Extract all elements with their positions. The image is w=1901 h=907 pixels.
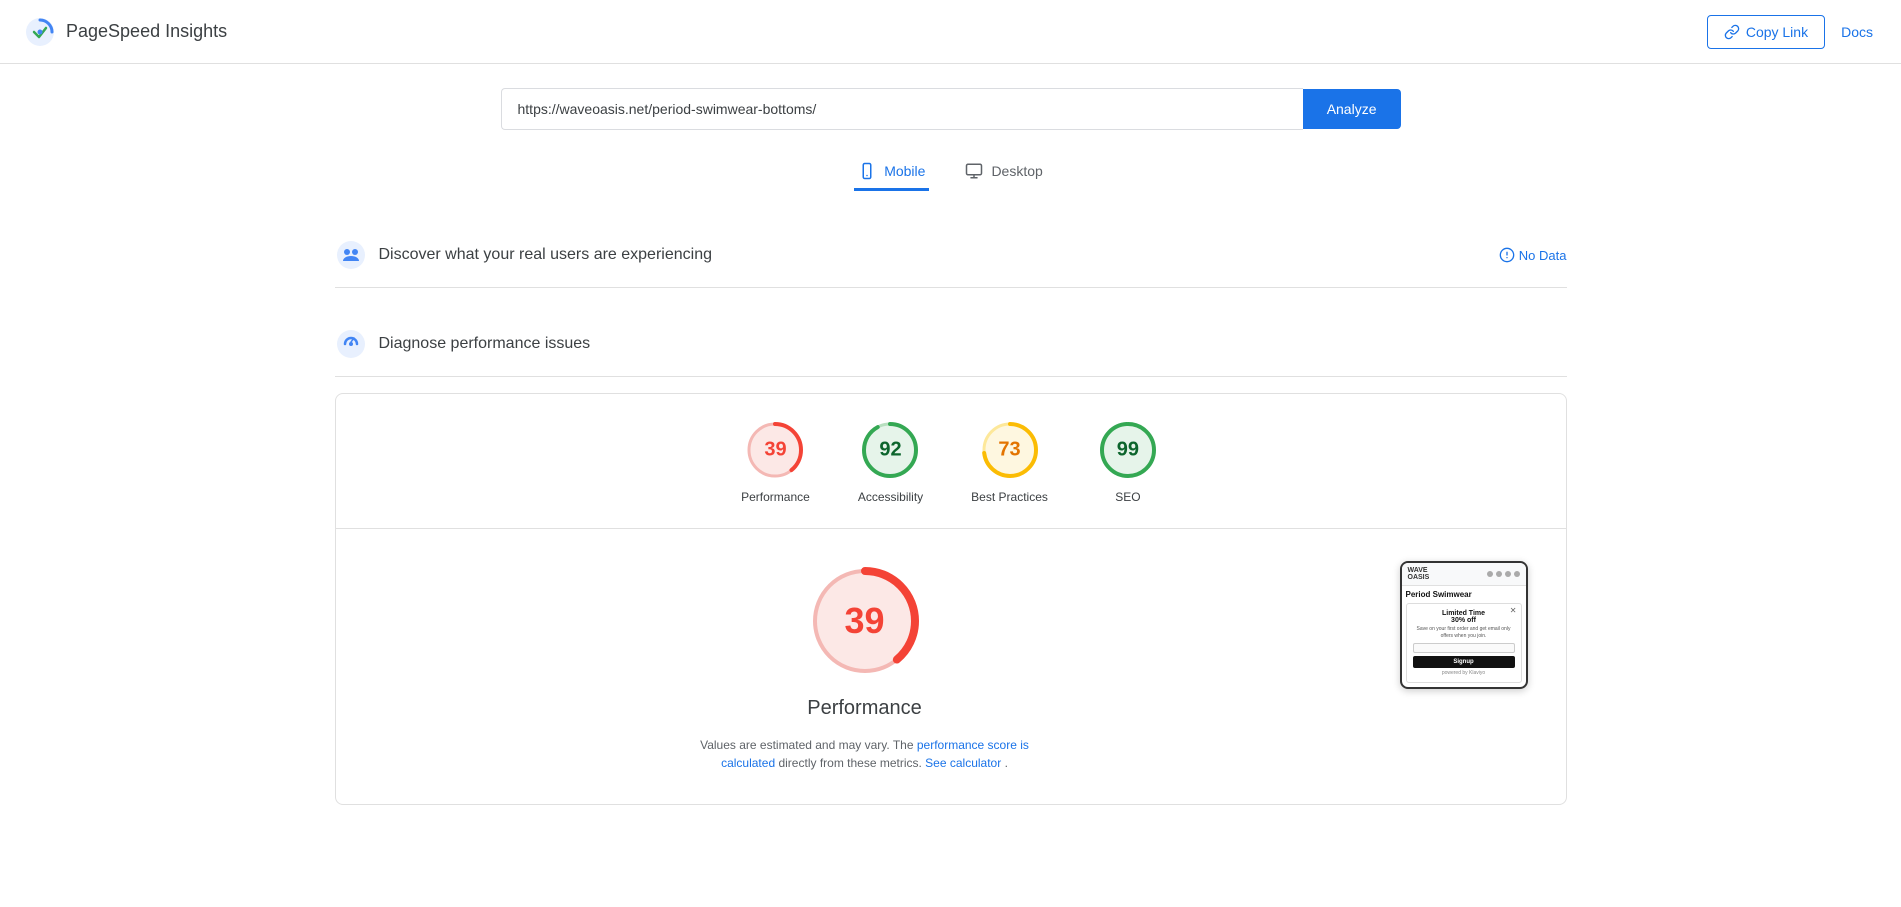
- phone-icon-dot-2: [1496, 571, 1502, 577]
- score-item-performance[interactable]: 39 Performance: [741, 418, 810, 504]
- phone-icon-dot-3: [1505, 571, 1511, 577]
- phone-modal-title: Limited Time30% off: [1413, 610, 1515, 624]
- phone-modal-footer: powered by Klaviyo: [1413, 670, 1515, 676]
- tab-mobile[interactable]: Mobile: [854, 154, 929, 191]
- header: PageSpeed Insights Copy Link Docs: [0, 0, 1901, 64]
- score-note-text: Values are estimated and may vary. The: [700, 738, 917, 752]
- phone-modal: ✕ Limited Time30% off Save on your first…: [1406, 603, 1522, 683]
- score-note-end: .: [1005, 756, 1008, 770]
- performance-label: Performance: [741, 490, 810, 504]
- copy-link-button[interactable]: Copy Link: [1707, 15, 1825, 49]
- mobile-icon: [858, 162, 876, 180]
- performance-value: 39: [764, 439, 786, 462]
- tab-mobile-label: Mobile: [884, 163, 925, 179]
- phone-logo: WAVEOASIS: [1408, 567, 1430, 581]
- app-title: PageSpeed Insights: [66, 21, 227, 42]
- tab-desktop[interactable]: Desktop: [961, 154, 1046, 191]
- score-ring-seo: 99: [1096, 418, 1160, 482]
- accessibility-label: Accessibility: [858, 490, 923, 504]
- score-note-middle: directly from these metrics.: [778, 756, 925, 770]
- phone-modal-input: [1413, 643, 1515, 653]
- best-practices-value: 73: [998, 439, 1020, 462]
- header-right: Copy Link Docs: [1707, 15, 1877, 49]
- scores-row: 39 Performance 92 Accessibility: [336, 394, 1566, 528]
- url-input[interactable]: [501, 88, 1303, 130]
- accessibility-value: 92: [879, 439, 901, 462]
- detail-right: WAVEOASIS Period Swimwear ✕: [1394, 561, 1534, 772]
- phone-modal-close: ✕: [1510, 606, 1517, 615]
- copy-link-label: Copy Link: [1746, 24, 1808, 40]
- docs-label: Docs: [1841, 24, 1873, 40]
- large-performance-value: 39: [844, 600, 884, 642]
- score-item-best-practices[interactable]: 73 Best Practices: [971, 418, 1048, 504]
- tab-desktop-label: Desktop: [991, 163, 1042, 179]
- scores-card: 39 Performance 92 Accessibility: [335, 393, 1567, 805]
- discover-section-left: Discover what your real users are experi…: [335, 239, 712, 271]
- info-icon: [1499, 247, 1515, 263]
- analyze-button[interactable]: Analyze: [1303, 89, 1401, 129]
- score-item-seo[interactable]: 99 SEO: [1096, 418, 1160, 504]
- detail-left: 39 Performance Values are estimated and …: [368, 561, 1362, 772]
- seo-label: SEO: [1115, 490, 1140, 504]
- diagnose-section-left: Diagnose performance issues: [335, 328, 591, 360]
- phone-header: WAVEOASIS: [1402, 563, 1526, 586]
- best-practices-label: Best Practices: [971, 490, 1048, 504]
- analyze-label: Analyze: [1327, 101, 1377, 117]
- tabs-container: Mobile Desktop: [335, 154, 1567, 191]
- diagnose-section-header: Diagnose performance issues: [335, 312, 1567, 377]
- phone-modal-sub: Save on your first order and get email o…: [1413, 626, 1515, 639]
- discover-section-title: Discover what your real users are experi…: [379, 246, 712, 264]
- diagnose-section-title: Diagnose performance issues: [379, 335, 591, 353]
- main-content: Analyze Mobile Desktop: [311, 64, 1591, 829]
- detail-section: 39 Performance Values are estimated and …: [336, 529, 1566, 804]
- phone-modal-btn-text: Signup: [1453, 659, 1473, 665]
- score-item-accessibility[interactable]: 92 Accessibility: [858, 418, 923, 504]
- phone-icon-dot-4: [1514, 571, 1520, 577]
- link-icon: [1724, 24, 1740, 40]
- calculator-link[interactable]: See calculator: [925, 756, 1001, 770]
- score-ring-accessibility: 92: [858, 418, 922, 482]
- phone-icon-dot-1: [1487, 571, 1493, 577]
- phone-icons: [1487, 571, 1520, 577]
- phone-hero-title: Period Swimwear: [1406, 590, 1522, 599]
- seo-value: 99: [1117, 439, 1139, 462]
- score-note: Values are estimated and may vary. The p…: [685, 736, 1045, 772]
- header-left: PageSpeed Insights: [24, 16, 227, 48]
- large-score-label: Performance: [807, 697, 922, 720]
- phone-mockup: WAVEOASIS Period Swimwear ✕: [1400, 561, 1528, 689]
- score-ring-best-practices: 73: [978, 418, 1042, 482]
- diagnose-section-icon: [335, 328, 367, 360]
- no-data-label: No Data: [1519, 248, 1567, 263]
- docs-button[interactable]: Docs: [1837, 16, 1877, 48]
- url-bar-container: Analyze: [335, 88, 1567, 130]
- no-data-badge: No Data: [1499, 247, 1567, 263]
- score-ring-performance: 39: [743, 418, 807, 482]
- url-bar-inner: Analyze: [501, 88, 1401, 130]
- diagnose-section: Diagnose performance issues 39 Performan…: [335, 312, 1567, 805]
- desktop-icon: [965, 162, 983, 180]
- large-score-ring: 39: [805, 561, 925, 681]
- discover-section-icon: [335, 239, 367, 271]
- pagespeed-logo-icon: [24, 16, 56, 48]
- phone-content: Period Swimwear ✕ Limited Time30% off Sa…: [1402, 586, 1526, 687]
- discover-section-header: Discover what your real users are experi…: [335, 223, 1567, 288]
- phone-modal-btn: Signup: [1413, 656, 1515, 668]
